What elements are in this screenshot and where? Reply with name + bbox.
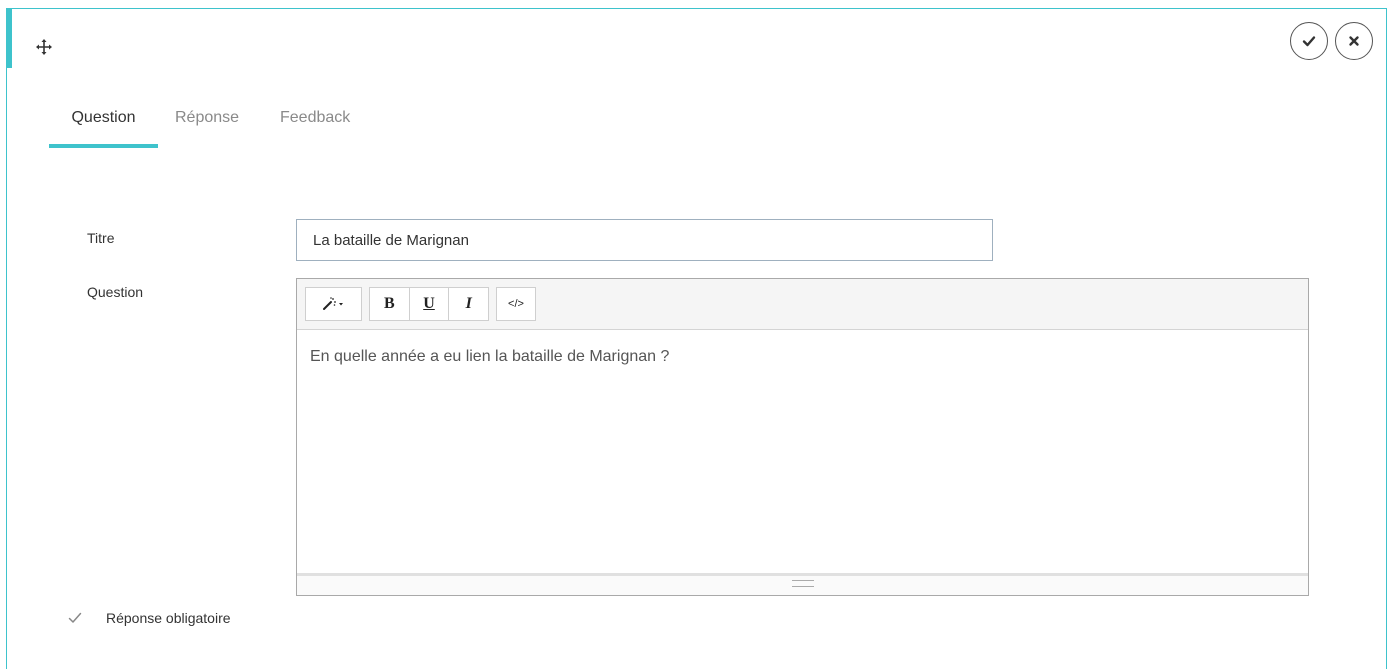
panel-accent-bar [6,8,12,68]
tab-question[interactable]: Question [49,100,158,148]
bold-button[interactable]: B [370,288,410,320]
editor-resize-bar [297,573,1308,595]
editor-toolbar: B U I </> [297,279,1308,330]
code-group: </> [496,287,536,321]
check-icon [1302,36,1316,47]
title-label: Titre [87,230,115,246]
tab-reponse[interactable]: Réponse [175,100,239,148]
move-icon[interactable] [35,38,53,56]
style-dropdown-button[interactable] [306,288,361,320]
magic-wand-icon [322,297,343,310]
question-label: Question [87,284,144,300]
code-view-button[interactable]: </> [497,288,535,320]
required-answer-row: Réponse obligatoire [66,609,231,627]
required-answer-checkbox[interactable] [66,609,84,627]
title-input[interactable] [296,219,993,261]
resize-grip-icon[interactable] [791,580,814,587]
font-style-group: B U I [369,287,489,321]
validate-button[interactable] [1290,22,1328,60]
rich-text-editor: B U I </> En quelle année a eu lien la b… [296,278,1309,596]
close-button[interactable] [1335,22,1373,60]
editor-content[interactable]: En quelle année a eu lien la bataille de… [297,330,1308,574]
check-icon [68,612,82,623]
required-answer-label: Réponse obligatoire [106,610,231,626]
tab-feedback[interactable]: Feedback [280,100,350,148]
style-group [305,287,362,321]
underline-button[interactable]: U [409,288,450,320]
close-icon [1349,36,1359,46]
italic-button[interactable]: I [449,288,489,320]
